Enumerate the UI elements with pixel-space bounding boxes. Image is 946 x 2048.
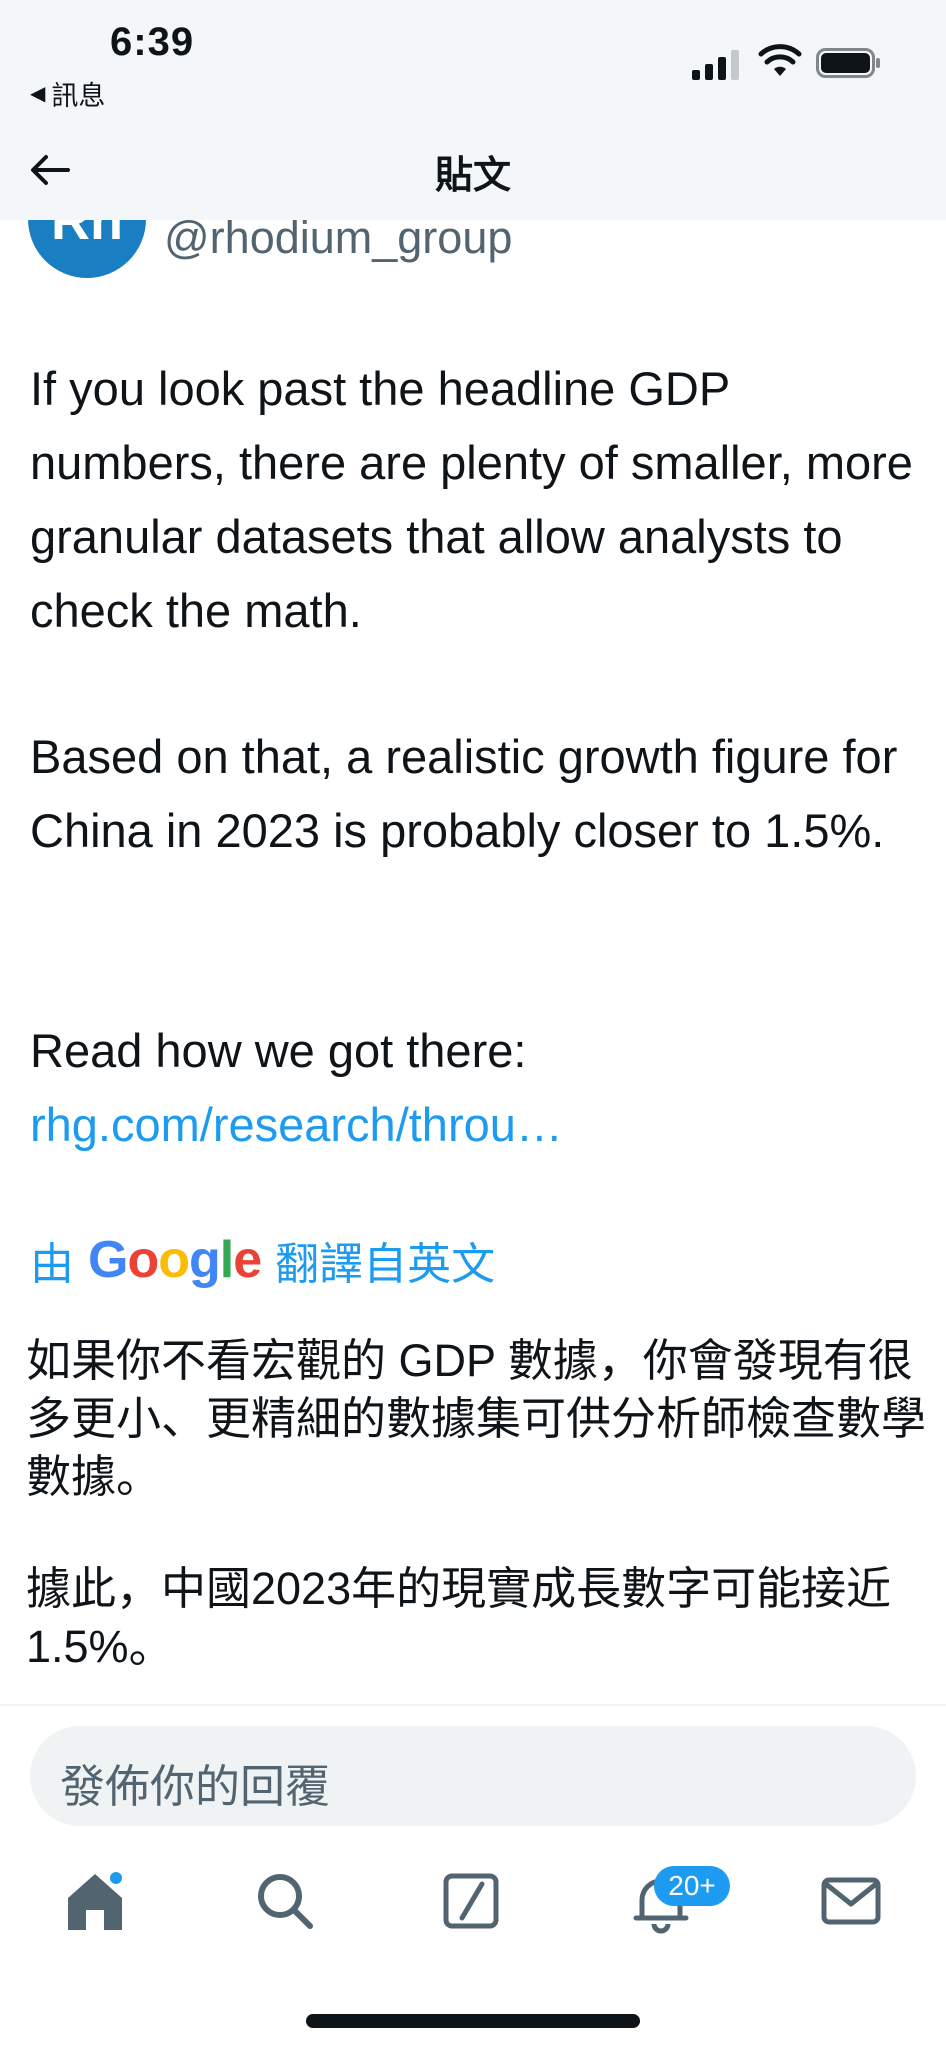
status-bar: 6:39 ◀ 訊息: [0, 0, 946, 120]
translated-paragraph-2: 據此，中國2023年的現實成長數字可能接近1.5%。: [26, 1563, 892, 1672]
home-unread-dot: [110, 1872, 122, 1884]
google-logo: Google: [88, 1231, 262, 1289]
translation-attribution[interactable]: 由 Google 翻譯自英文: [30, 1228, 495, 1292]
mail-icon[interactable]: [816, 1866, 886, 1936]
wifi-icon: [758, 44, 802, 76]
tweet-link[interactable]: rhg.com/research/throu…: [30, 1098, 563, 1151]
notifications-badge: 20+: [654, 1866, 730, 1906]
back-app-label: 訊息: [51, 81, 106, 111]
home-indicator: [306, 2014, 640, 2028]
back-to-app-link[interactable]: ◀ 訊息: [30, 74, 105, 113]
tweet-paragraph-3: Read how we got there: rhg.com/research/…: [30, 1014, 920, 1162]
reply-placeholder: 發佈你的回覆: [60, 1761, 331, 1812]
back-triangle-icon: ◀: [30, 83, 46, 105]
header-overlay: 貼文: [0, 120, 946, 220]
battery-icon: [816, 48, 880, 78]
tweet-paragraph-1: If you look past the headline GDP number…: [30, 362, 913, 637]
cellular-signal-icon: [692, 46, 742, 80]
tweet-paragraph-3-prefix: Read how we got there:: [30, 1024, 527, 1077]
status-time: 6:39: [110, 20, 195, 64]
search-icon[interactable]: [250, 1866, 320, 1936]
compose-icon[interactable]: [436, 1866, 506, 1936]
reply-input[interactable]: 發佈你的回覆: [30, 1726, 916, 1826]
page-title: 貼文: [434, 155, 511, 197]
tweet-paragraph-2: Based on that, a realistic growth figure…: [30, 730, 898, 857]
translation-suffix: 翻譯自英文: [275, 1240, 496, 1289]
translated-paragraph-1: 如果你不看宏觀的 GDP 數據，你會發現有很多更小、更精細的數據集可供分析師檢查…: [26, 1335, 927, 1502]
divider: [0, 1704, 946, 1706]
translation-prefix: 由: [30, 1240, 74, 1289]
